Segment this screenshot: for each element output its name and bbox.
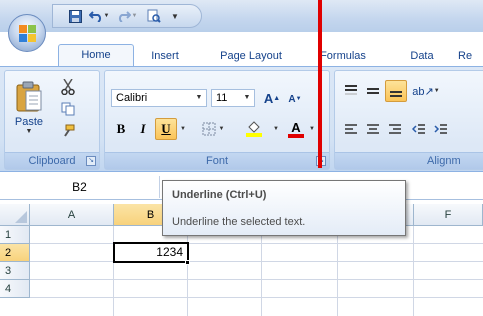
orientation-icon: ab↗ <box>412 85 434 98</box>
font-group: Calibri ▼ 11 ▼ A ▲ A ▼ B I U ▼ ▼ ▼ A ▼ F… <box>104 70 330 170</box>
row-header-2[interactable]: 2 <box>0 244 30 262</box>
tooltip-title: Underline (Ctrl+U) <box>172 189 267 201</box>
font-size-select[interactable]: 11 ▼ <box>211 89 255 107</box>
cut-icon[interactable] <box>57 77 79 97</box>
grid-line <box>30 297 483 298</box>
copy-icon[interactable] <box>57 99 79 119</box>
underline-button[interactable]: U <box>155 118 177 140</box>
column-header-a[interactable]: A <box>30 204 114 226</box>
underline-tooltip: Underline (Ctrl+U) Underline the selecte… <box>162 180 406 236</box>
grid-line <box>113 226 114 316</box>
tab-review[interactable]: Re <box>458 46 483 66</box>
fill-handle[interactable] <box>185 260 190 265</box>
borders-icon <box>202 122 216 136</box>
grid-line <box>261 226 262 316</box>
align-bottom-icon[interactable] <box>385 80 407 102</box>
align-center-icon[interactable] <box>363 119 383 139</box>
font-color-icon: A <box>291 119 301 135</box>
align-top-icon[interactable] <box>341 81 361 101</box>
chevron-down-icon: ▼ <box>25 128 33 135</box>
chevron-down-icon: ▼ <box>103 13 110 19</box>
underline-label: U <box>161 121 171 136</box>
shrink-font-button[interactable]: A ▼ <box>285 91 305 107</box>
format-painter-icon[interactable] <box>57 121 79 141</box>
grid-line <box>337 226 338 316</box>
grid-line <box>413 226 414 316</box>
underline-dropdown-arrow[interactable]: ▼ <box>177 119 189 139</box>
italic-button[interactable]: I <box>133 119 153 139</box>
tab-data[interactable]: Data <box>400 46 444 66</box>
grow-font-icon: A <box>263 90 274 106</box>
paste-icon <box>16 81 42 112</box>
chevron-down-icon: ▼ <box>433 88 440 94</box>
name-box[interactable]: B2 <box>0 176 160 198</box>
ribbon-tabs: Home Insert Page Layout Formulas Data Re <box>0 44 483 66</box>
dialog-launcher-icon[interactable]: ↘ <box>86 156 96 166</box>
clipboard-label: Clipboard <box>28 155 76 167</box>
tab-home[interactable]: Home <box>58 44 134 66</box>
font-family-value: Calibri <box>116 92 148 104</box>
ribbon: Paste ▼ Clipboard ↘ Calibri ▼ 11 ▼ A ▲ A… <box>0 66 483 172</box>
chevron-down-icon: ▼ <box>131 13 138 19</box>
chevron-down-icon: ▼ <box>218 126 225 132</box>
align-left-icon[interactable] <box>341 119 361 139</box>
customize-qat-button[interactable]: ▼ <box>167 8 183 24</box>
print-preview-icon[interactable] <box>145 8 163 24</box>
font-color-button[interactable]: A <box>285 119 307 139</box>
office-logo-icon <box>19 25 37 43</box>
paste-label: Paste <box>14 116 44 128</box>
chevron-down-icon: ▼ <box>243 94 251 101</box>
shrink-font-icon: A <box>288 93 296 105</box>
tab-insert[interactable]: Insert <box>138 46 192 66</box>
borders-button[interactable]: ▼ <box>197 119 229 139</box>
row-header-3[interactable]: 3 <box>0 262 30 280</box>
font-family-select[interactable]: Calibri ▼ <box>111 89 207 107</box>
office-button[interactable] <box>8 14 46 52</box>
tab-page-layout[interactable]: Page Layout <box>206 46 296 66</box>
select-all-corner[interactable] <box>0 204 30 226</box>
cell-b2[interactable]: 1234 <box>113 242 189 263</box>
font-color-swatch <box>288 133 304 138</box>
chevron-down-icon[interactable]: ▼ <box>307 119 317 139</box>
alignment-group-label: Alignm <box>427 155 461 167</box>
chevron-down-icon: ▼ <box>195 94 203 101</box>
grid-line <box>30 243 483 244</box>
grid-line <box>187 226 188 316</box>
quick-access-toolbar: ▼ ▼ ▼ <box>52 4 202 28</box>
increase-indent-icon[interactable] <box>431 119 451 139</box>
fill-bucket-icon <box>248 121 260 133</box>
red-marker-line <box>318 0 322 168</box>
alignment-group: ab↗ ▼ Alignm <box>334 70 483 170</box>
align-right-icon[interactable] <box>385 119 405 139</box>
tooltip-description: Underline the selected text. <box>172 216 306 228</box>
fill-color-button[interactable] <box>237 119 271 139</box>
clipboard-group: Paste ▼ Clipboard ↘ <box>4 70 100 170</box>
column-header-f[interactable]: F <box>414 204 483 226</box>
clipboard-group-label: Clipboard ↘ <box>5 152 99 169</box>
undo-button[interactable]: ▼ <box>87 8 111 24</box>
align-middle-icon[interactable] <box>363 81 383 101</box>
font-group-label: Font <box>205 155 228 167</box>
orientation-button[interactable]: ab↗ ▼ <box>411 81 441 101</box>
row-header-4[interactable]: 4 <box>0 280 30 298</box>
grid-line <box>30 279 483 280</box>
bold-button[interactable]: B <box>111 119 131 139</box>
font-group-footer: Font ↘ <box>105 152 329 169</box>
redo-button[interactable]: ▼ <box>115 8 139 24</box>
chevron-down-icon[interactable]: ▼ <box>271 119 281 139</box>
row-header-1[interactable]: 1 <box>0 226 30 244</box>
font-size-value: 11 <box>216 92 228 104</box>
decrease-indent-icon[interactable] <box>409 119 429 139</box>
fill-color-swatch <box>246 133 262 137</box>
save-icon[interactable] <box>67 8 83 24</box>
paste-button[interactable]: Paste ▼ <box>9 77 49 139</box>
grid-line <box>30 261 483 262</box>
alignment-group-footer: Alignm <box>335 152 483 169</box>
grow-font-button[interactable]: A ▲ <box>261 89 283 107</box>
